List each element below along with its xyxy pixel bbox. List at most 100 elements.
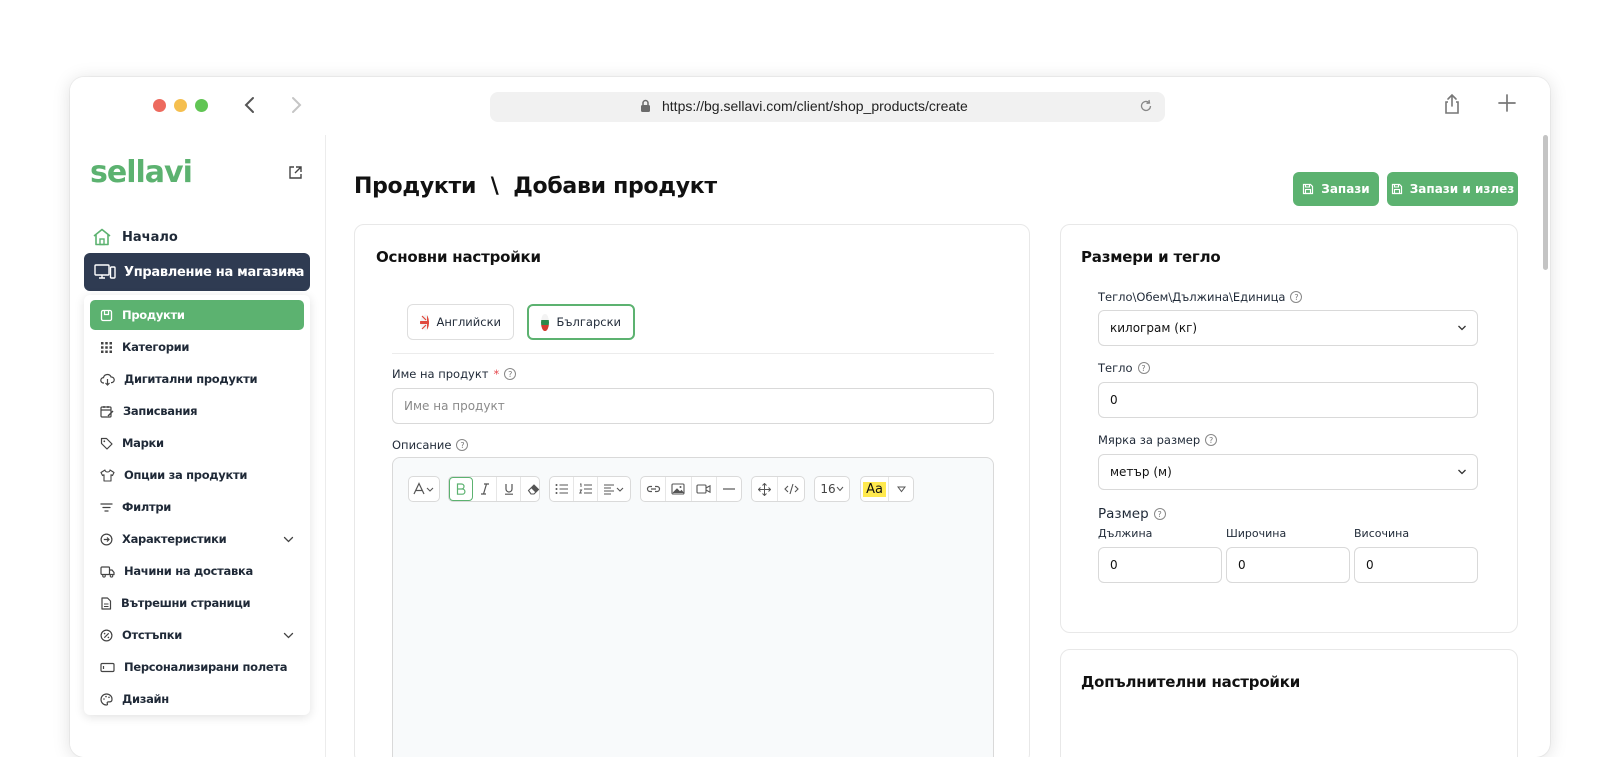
sidebar-item-label: Записвания (123, 404, 198, 418)
code-view-button[interactable] (778, 477, 804, 501)
card-title: Основни настройки (376, 248, 541, 266)
width-input[interactable]: 0 (1226, 547, 1350, 583)
required-marker: * (493, 367, 500, 381)
language-tab-english[interactable]: Английски (407, 304, 514, 340)
measure-select[interactable]: метър (м) (1098, 454, 1478, 490)
back-button[interactable] (238, 93, 262, 117)
external-link-icon[interactable] (288, 165, 303, 180)
sidebar-item-discounts[interactable]: Отстъпки (90, 620, 304, 650)
sidebar-item-design[interactable]: Дизайн (90, 684, 304, 714)
sidebar-item-store-management[interactable]: Управление на магазина (84, 253, 310, 291)
help-icon[interactable]: ? (1137, 362, 1150, 374)
sidebar-item-brands[interactable]: Марки (90, 428, 304, 458)
bold-button[interactable] (449, 477, 473, 501)
forward-button[interactable] (284, 93, 308, 117)
sidebar-item-label: Продукти (122, 308, 185, 322)
language-tab-label: Български (556, 315, 622, 329)
bold-icon (456, 483, 466, 495)
sidebar: sellavi Начало Управление на магазина Пр… (70, 135, 326, 757)
font-size-button[interactable]: 16 (815, 477, 849, 501)
url-text: https://bg.sellavi.com/client/shop_produ… (662, 98, 968, 114)
fullscreen-button[interactable] (752, 477, 778, 501)
align-button[interactable] (598, 477, 630, 501)
sidebar-item-characteristics[interactable]: Характеристики (90, 524, 304, 554)
italic-button[interactable] (473, 477, 497, 501)
chevron-down-icon (283, 536, 294, 543)
length-input[interactable]: 0 (1098, 547, 1222, 583)
bullet-list-button[interactable] (550, 477, 574, 501)
filter-icon (100, 502, 113, 512)
video-button[interactable] (692, 477, 717, 501)
label-text: Име на продукт (392, 367, 489, 381)
share-icon[interactable] (1443, 93, 1461, 115)
sidebar-item-digital-products[interactable]: Дигитални продукти (90, 364, 304, 394)
maximize-window-button[interactable] (195, 99, 208, 112)
address-bar[interactable]: https://bg.sellavi.com/client/shop_produ… (490, 92, 1165, 122)
description-editor[interactable]: 16 Aa (392, 457, 994, 757)
highlight-color-button[interactable]: Aa (861, 477, 889, 501)
browser-toolbar: https://bg.sellavi.com/client/shop_produ… (70, 77, 1550, 135)
height-input[interactable]: 0 (1354, 547, 1478, 583)
card-title: Размери и тегло (1081, 248, 1221, 266)
sidebar-item-shipping-methods[interactable]: Начини на доставка (90, 556, 304, 586)
sidebar-item-products[interactable]: Продукти (90, 300, 304, 330)
numbered-list-button[interactable] (574, 477, 598, 501)
link-icon (646, 485, 660, 493)
unit-select[interactable]: килограм (кг) (1098, 310, 1478, 346)
horizontal-rule-button[interactable] (717, 477, 741, 501)
save-and-exit-button[interactable]: Запази и излез (1387, 172, 1518, 206)
underline-button[interactable] (497, 477, 521, 501)
sidebar-item-product-options[interactable]: Опции за продукти (90, 460, 304, 490)
width-label: Широчина (1226, 527, 1287, 540)
reload-icon[interactable] (1139, 99, 1153, 113)
minimize-window-button[interactable] (174, 99, 187, 112)
sidebar-item-home[interactable]: Начало (92, 225, 178, 249)
underline-icon (504, 484, 513, 495)
sidebar-item-label: Характеристики (122, 532, 227, 546)
link-button[interactable] (641, 477, 667, 501)
help-icon[interactable]: ? (504, 368, 517, 380)
calendar-edit-icon (100, 405, 114, 418)
clear-format-button[interactable] (521, 477, 545, 501)
divider (392, 353, 994, 354)
image-button[interactable] (666, 477, 692, 501)
scrollbar-thumb[interactable] (1543, 135, 1548, 270)
sidebar-item-internal-pages[interactable]: Вътрешни страници (90, 588, 304, 618)
additional-settings-card: Допълнителни настройки (1060, 649, 1518, 757)
toolbar-group-format (448, 476, 540, 502)
sellavi-logo[interactable]: sellavi (90, 155, 193, 190)
language-tab-bulgarian[interactable]: Български (527, 304, 635, 340)
save-icon (1303, 183, 1314, 195)
toolbar-group-color: Aa (860, 476, 914, 502)
sidebar-item-label: Персонализирани полета (124, 660, 288, 674)
highlight-swatch: Aa (863, 481, 886, 497)
image-icon (671, 483, 686, 495)
color-dropdown-button[interactable] (889, 477, 913, 501)
weight-input[interactable]: 0 (1098, 382, 1478, 418)
help-icon[interactable]: ? (1205, 434, 1218, 446)
toolbar-group-view (751, 476, 805, 502)
label-text: Описание (392, 438, 452, 452)
close-window-button[interactable] (153, 99, 166, 112)
sidebar-item-custom-fields[interactable]: Персонализирани полета (90, 652, 304, 682)
card-title: Допълнителни настройки (1081, 673, 1301, 691)
help-icon[interactable]: ? (1153, 508, 1166, 520)
bulgaria-flag-icon (541, 313, 549, 331)
help-icon[interactable]: ? (1290, 291, 1303, 303)
sidebar-item-filters[interactable]: Филтри (90, 492, 304, 522)
save-icon (1391, 183, 1402, 195)
select-value: метър (м) (1110, 465, 1172, 479)
italic-icon (480, 483, 489, 495)
font-style-button[interactable] (409, 477, 439, 501)
chevron-down-icon (283, 632, 294, 639)
help-icon[interactable]: ? (456, 439, 469, 451)
caret-down-icon (836, 486, 844, 492)
select-value: килограм (кг) (1110, 321, 1198, 335)
sidebar-item-subscriptions[interactable]: Записвания (90, 396, 304, 426)
weight-label: Тегло ? (1098, 361, 1150, 375)
page-title: Продукти \ Добави продукт (354, 174, 717, 199)
sidebar-item-categories[interactable]: Категории (90, 332, 304, 362)
new-tab-icon[interactable] (1497, 93, 1517, 113)
save-button[interactable]: Запази (1293, 172, 1379, 206)
product-name-input[interactable]: Име на продукт (392, 388, 994, 424)
